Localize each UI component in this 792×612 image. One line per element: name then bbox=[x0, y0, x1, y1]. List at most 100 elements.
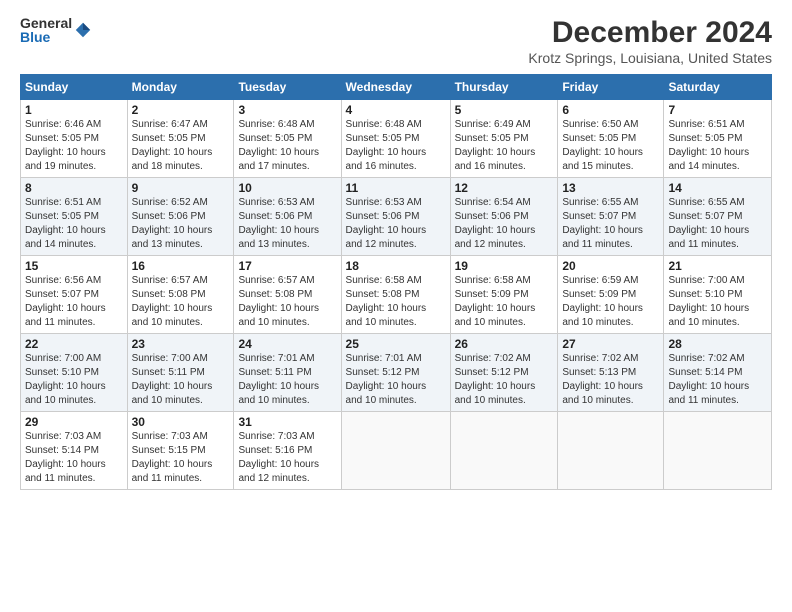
day-number: 14 bbox=[668, 181, 767, 195]
day-info: Sunrise: 6:59 AMSunset: 5:09 PMDaylight:… bbox=[562, 275, 643, 328]
table-row: 20 Sunrise: 6:59 AMSunset: 5:09 PMDaylig… bbox=[558, 256, 664, 334]
day-number: 8 bbox=[25, 181, 123, 195]
day-info: Sunrise: 6:50 AMSunset: 5:05 PMDaylight:… bbox=[562, 119, 643, 172]
table-row: 17 Sunrise: 6:57 AMSunset: 5:08 PMDaylig… bbox=[234, 256, 341, 334]
day-number: 29 bbox=[25, 415, 123, 429]
page-title: December 2024 bbox=[528, 16, 772, 50]
table-row: 21 Sunrise: 7:00 AMSunset: 5:10 PMDaylig… bbox=[664, 256, 772, 334]
table-row: 3 Sunrise: 6:48 AMSunset: 5:05 PMDayligh… bbox=[234, 100, 341, 178]
day-number: 15 bbox=[25, 259, 123, 273]
day-number: 28 bbox=[668, 337, 767, 351]
table-row: 5 Sunrise: 6:49 AMSunset: 5:05 PMDayligh… bbox=[450, 100, 558, 178]
page-subtitle: Krotz Springs, Louisiana, United States bbox=[528, 50, 772, 66]
day-info: Sunrise: 6:48 AMSunset: 5:05 PMDaylight:… bbox=[346, 119, 427, 172]
table-row: 6 Sunrise: 6:50 AMSunset: 5:05 PMDayligh… bbox=[558, 100, 664, 178]
table-row: 13 Sunrise: 6:55 AMSunset: 5:07 PMDaylig… bbox=[558, 178, 664, 256]
day-number: 18 bbox=[346, 259, 446, 273]
day-number: 9 bbox=[132, 181, 230, 195]
table-row: 7 Sunrise: 6:51 AMSunset: 5:05 PMDayligh… bbox=[664, 100, 772, 178]
day-info: Sunrise: 6:54 AMSunset: 5:06 PMDaylight:… bbox=[455, 197, 536, 250]
day-info: Sunrise: 6:55 AMSunset: 5:07 PMDaylight:… bbox=[562, 197, 643, 250]
calendar-week-4: 22 Sunrise: 7:00 AMSunset: 5:10 PMDaylig… bbox=[21, 334, 772, 412]
day-number: 20 bbox=[562, 259, 659, 273]
header-saturday: Saturday bbox=[664, 75, 772, 100]
table-row: 27 Sunrise: 7:02 AMSunset: 5:13 PMDaylig… bbox=[558, 334, 664, 412]
header-thursday: Thursday bbox=[450, 75, 558, 100]
day-number: 22 bbox=[25, 337, 123, 351]
day-number: 13 bbox=[562, 181, 659, 195]
day-info: Sunrise: 7:02 AMSunset: 5:13 PMDaylight:… bbox=[562, 353, 643, 406]
day-info: Sunrise: 6:46 AMSunset: 5:05 PMDaylight:… bbox=[25, 119, 106, 172]
day-number: 6 bbox=[562, 103, 659, 117]
logo-general: General bbox=[20, 16, 72, 30]
table-row bbox=[664, 412, 772, 490]
day-info: Sunrise: 6:57 AMSunset: 5:08 PMDaylight:… bbox=[132, 275, 213, 328]
day-number: 21 bbox=[668, 259, 767, 273]
day-info: Sunrise: 7:02 AMSunset: 5:14 PMDaylight:… bbox=[668, 353, 749, 406]
logo-blue: Blue bbox=[20, 30, 72, 44]
day-number: 16 bbox=[132, 259, 230, 273]
table-row: 11 Sunrise: 6:53 AMSunset: 5:06 PMDaylig… bbox=[341, 178, 450, 256]
day-info: Sunrise: 6:53 AMSunset: 5:06 PMDaylight:… bbox=[346, 197, 427, 250]
day-info: Sunrise: 7:00 AMSunset: 5:10 PMDaylight:… bbox=[25, 353, 106, 406]
table-row: 16 Sunrise: 6:57 AMSunset: 5:08 PMDaylig… bbox=[127, 256, 234, 334]
day-number: 11 bbox=[346, 181, 446, 195]
day-number: 23 bbox=[132, 337, 230, 351]
day-number: 17 bbox=[238, 259, 336, 273]
day-info: Sunrise: 6:49 AMSunset: 5:05 PMDaylight:… bbox=[455, 119, 536, 172]
day-number: 19 bbox=[455, 259, 554, 273]
day-number: 30 bbox=[132, 415, 230, 429]
day-info: Sunrise: 6:48 AMSunset: 5:05 PMDaylight:… bbox=[238, 119, 319, 172]
day-info: Sunrise: 6:51 AMSunset: 5:05 PMDaylight:… bbox=[25, 197, 106, 250]
day-info: Sunrise: 7:03 AMSunset: 5:14 PMDaylight:… bbox=[25, 431, 106, 484]
calendar-week-1: 1 Sunrise: 6:46 AMSunset: 5:05 PMDayligh… bbox=[21, 100, 772, 178]
day-number: 24 bbox=[238, 337, 336, 351]
day-number: 26 bbox=[455, 337, 554, 351]
calendar-page: General Blue December 2024 Krotz Springs… bbox=[0, 0, 792, 612]
day-number: 25 bbox=[346, 337, 446, 351]
table-row: 22 Sunrise: 7:00 AMSunset: 5:10 PMDaylig… bbox=[21, 334, 128, 412]
day-number: 31 bbox=[238, 415, 336, 429]
table-row: 29 Sunrise: 7:03 AMSunset: 5:14 PMDaylig… bbox=[21, 412, 128, 490]
table-row: 31 Sunrise: 7:03 AMSunset: 5:16 PMDaylig… bbox=[234, 412, 341, 490]
table-row: 30 Sunrise: 7:03 AMSunset: 5:15 PMDaylig… bbox=[127, 412, 234, 490]
day-info: Sunrise: 7:00 AMSunset: 5:11 PMDaylight:… bbox=[132, 353, 213, 406]
header-monday: Monday bbox=[127, 75, 234, 100]
table-row: 10 Sunrise: 6:53 AMSunset: 5:06 PMDaylig… bbox=[234, 178, 341, 256]
day-info: Sunrise: 6:58 AMSunset: 5:09 PMDaylight:… bbox=[455, 275, 536, 328]
day-number: 7 bbox=[668, 103, 767, 117]
table-row bbox=[341, 412, 450, 490]
day-number: 5 bbox=[455, 103, 554, 117]
table-row: 12 Sunrise: 6:54 AMSunset: 5:06 PMDaylig… bbox=[450, 178, 558, 256]
header-tuesday: Tuesday bbox=[234, 75, 341, 100]
table-row: 26 Sunrise: 7:02 AMSunset: 5:12 PMDaylig… bbox=[450, 334, 558, 412]
calendar-week-2: 8 Sunrise: 6:51 AMSunset: 5:05 PMDayligh… bbox=[21, 178, 772, 256]
table-row: 19 Sunrise: 6:58 AMSunset: 5:09 PMDaylig… bbox=[450, 256, 558, 334]
day-info: Sunrise: 6:57 AMSunset: 5:08 PMDaylight:… bbox=[238, 275, 319, 328]
title-block: December 2024 Krotz Springs, Louisiana, … bbox=[528, 16, 772, 66]
table-row: 28 Sunrise: 7:02 AMSunset: 5:14 PMDaylig… bbox=[664, 334, 772, 412]
table-row: 9 Sunrise: 6:52 AMSunset: 5:06 PMDayligh… bbox=[127, 178, 234, 256]
table-row: 24 Sunrise: 7:01 AMSunset: 5:11 PMDaylig… bbox=[234, 334, 341, 412]
logo: General Blue bbox=[20, 16, 92, 44]
day-info: Sunrise: 7:03 AMSunset: 5:15 PMDaylight:… bbox=[132, 431, 213, 484]
header-sunday: Sunday bbox=[21, 75, 128, 100]
header-friday: Friday bbox=[558, 75, 664, 100]
day-number: 12 bbox=[455, 181, 554, 195]
day-number: 2 bbox=[132, 103, 230, 117]
day-number: 10 bbox=[238, 181, 336, 195]
table-row: 8 Sunrise: 6:51 AMSunset: 5:05 PMDayligh… bbox=[21, 178, 128, 256]
header-row: Sunday Monday Tuesday Wednesday Thursday… bbox=[21, 75, 772, 100]
day-info: Sunrise: 6:55 AMSunset: 5:07 PMDaylight:… bbox=[668, 197, 749, 250]
header-wednesday: Wednesday bbox=[341, 75, 450, 100]
day-number: 3 bbox=[238, 103, 336, 117]
day-info: Sunrise: 7:01 AMSunset: 5:11 PMDaylight:… bbox=[238, 353, 319, 406]
calendar-week-5: 29 Sunrise: 7:03 AMSunset: 5:14 PMDaylig… bbox=[21, 412, 772, 490]
day-info: Sunrise: 7:03 AMSunset: 5:16 PMDaylight:… bbox=[238, 431, 319, 484]
page-header: General Blue December 2024 Krotz Springs… bbox=[20, 16, 772, 66]
table-row: 23 Sunrise: 7:00 AMSunset: 5:11 PMDaylig… bbox=[127, 334, 234, 412]
day-info: Sunrise: 6:56 AMSunset: 5:07 PMDaylight:… bbox=[25, 275, 106, 328]
table-row: 25 Sunrise: 7:01 AMSunset: 5:12 PMDaylig… bbox=[341, 334, 450, 412]
day-info: Sunrise: 6:47 AMSunset: 5:05 PMDaylight:… bbox=[132, 119, 213, 172]
logo-icon bbox=[74, 21, 92, 39]
